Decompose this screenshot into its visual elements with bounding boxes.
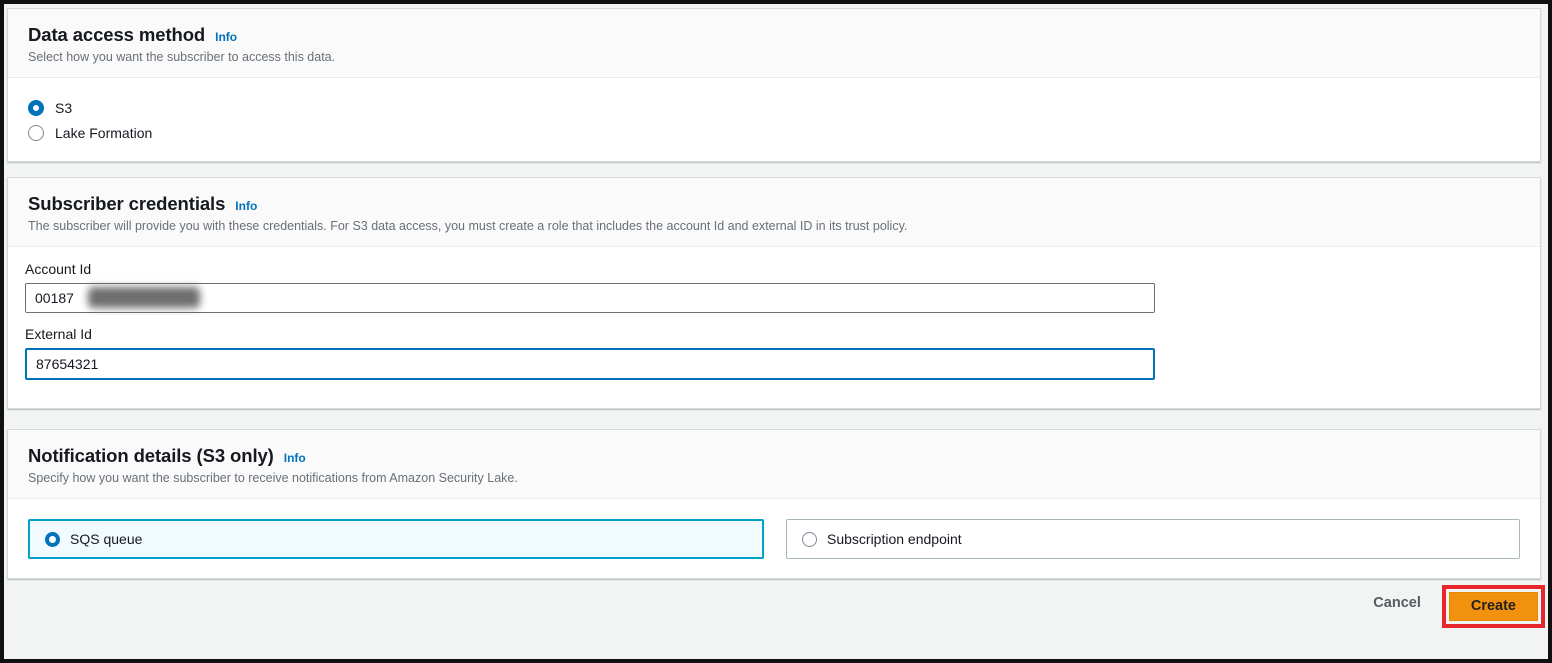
tile-sqs-queue[interactable]: SQS queue [28,519,764,559]
subscriber-credentials-description: The subscriber will provide you with the… [28,219,908,233]
external-id-field-group: External Id [25,326,1520,380]
external-id-label: External Id [25,326,92,342]
notification-details-header: Notification details (S3 only) Info Spec… [8,430,1540,499]
notification-details-description: Specify how you want the subscriber to r… [28,471,518,485]
radio-selected-icon [28,100,44,116]
subscriber-credentials-info-link[interactable]: Info [235,199,257,213]
border-notch-artifact [772,655,781,659]
notification-details-body: SQS queue Subscription endpoint [8,499,1540,578]
radio-unselected-icon [802,531,817,547]
section-data-access-method: Data access method Info Select how you w… [7,8,1541,162]
create-button[interactable]: Create [1448,592,1538,621]
data-access-method-title: Data access method [28,24,206,45]
notification-details-info-link[interactable]: Info [284,451,306,465]
account-id-label: Account Id [25,261,92,277]
radio-option-s3-label: S3 [55,100,73,116]
account-id-input[interactable] [25,283,1155,313]
radio-option-lake-formation-label: Lake Formation [55,125,153,141]
radio-option-s3[interactable]: S3 [28,100,1520,116]
radio-selected-icon [45,531,60,547]
data-access-method-body: S3 Lake Formation [8,78,1540,161]
data-access-method-header: Data access method Info Select how you w… [8,9,1540,78]
cancel-button[interactable]: Cancel [1373,595,1421,611]
data-access-info-link[interactable]: Info [215,30,237,44]
tile-subscription-endpoint[interactable]: Subscription endpoint [786,519,1520,559]
tile-subscription-endpoint-label: Subscription endpoint [827,531,962,547]
external-id-input[interactable] [25,348,1155,380]
tile-sqs-queue-label: SQS queue [70,531,143,547]
data-access-method-description: Select how you want the subscriber to ac… [28,50,336,64]
notification-details-title: Notification details (S3 only) [28,445,274,466]
section-notification-details: Notification details (S3 only) Info Spec… [7,429,1541,579]
create-subscriber-form-page: Data access method Info Select how you w… [0,0,1552,663]
form-actions-footer: Cancel Create [4,579,1548,628]
annotation-highlight-box: Create [1441,585,1545,628]
subscriber-credentials-title: Subscriber credentials [28,193,226,214]
radio-option-lake-formation[interactable]: Lake Formation [28,125,1520,141]
subscriber-credentials-header: Subscriber credentials Info The subscrib… [8,178,1540,247]
subscriber-credentials-body: Account Id External Id [8,247,1540,408]
radio-unselected-icon [28,125,44,141]
section-subscriber-credentials: Subscriber credentials Info The subscrib… [7,177,1541,409]
account-id-field-group: Account Id [25,261,1520,313]
